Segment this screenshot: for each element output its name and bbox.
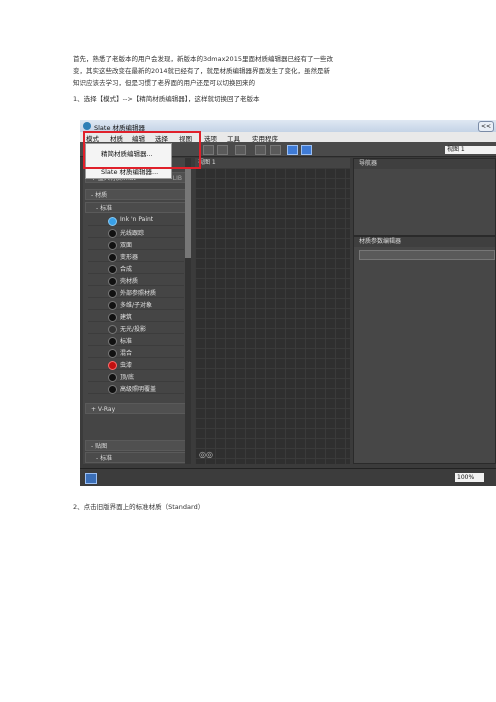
material-label: 虫漆: [120, 362, 133, 369]
browser-row[interactable]: - 标准: [85, 202, 186, 213]
toolbar-button[interactable]: [235, 145, 246, 155]
browser-row[interactable]: - 材质: [85, 189, 186, 200]
intro-paragraph: 首先，熟悉了老版本的用户会发现，新版本的3dmax2015里面材质编辑器已经有了…: [73, 53, 433, 89]
sphere-icon: [108, 373, 117, 382]
sphere-icon: [108, 277, 117, 286]
params-panel: 材质参数编辑器: [353, 236, 496, 464]
material-label: 壳材质: [120, 278, 139, 285]
navigator-title: 导航器: [354, 159, 495, 169]
material-item[interactable]: 建筑: [88, 312, 184, 322]
material-item[interactable]: 双面: [88, 240, 184, 250]
material-label: 外部参照材质: [120, 290, 157, 297]
sphere-icon: [108, 289, 117, 298]
sphere-icon: [108, 253, 117, 262]
step-1-text: 1、选择【模式】-->【精简材质编辑器】，这样就切换回了老版本: [73, 95, 260, 103]
node-view-canvas[interactable]: 视图 1: [195, 158, 350, 464]
app-icon: [83, 122, 91, 130]
sphere-icon: [108, 361, 117, 370]
browser-row-label: - 材质: [91, 192, 108, 199]
material-label: 标准: [120, 338, 133, 345]
material-label: 变形器: [120, 254, 139, 261]
material-item[interactable]: 无光/投影: [88, 324, 184, 334]
sphere-icon: [108, 241, 117, 250]
material-item[interactable]: 顶/底: [88, 372, 184, 382]
material-item[interactable]: 混合: [88, 348, 184, 358]
material-item[interactable]: Ink 'n Paint: [88, 216, 184, 226]
material-item[interactable]: 多维/子对象: [88, 300, 184, 310]
browser-row-lib: LIB: [172, 175, 182, 182]
material-item[interactable]: 光线跟踪: [88, 228, 184, 238]
browser-row-label: - 标准: [96, 455, 113, 462]
material-label: 无光/投影: [120, 326, 147, 333]
sphere-icon: [108, 325, 117, 334]
sphere-icon: [108, 349, 117, 358]
scroll-thumb[interactable]: [185, 168, 191, 258]
status-bar: 100%: [80, 468, 496, 486]
sphere-icon: [108, 229, 117, 238]
material-label: 混合: [120, 350, 133, 357]
intro-line-2: 变，其实这些改变在最新的2014就已经有了，就是材质编辑器界面发生了变化，虽然是…: [73, 67, 331, 75]
browser-scrollbar[interactable]: [185, 158, 191, 464]
sphere-icon: [108, 313, 117, 322]
material-browser: + 盒入材质.mat LIB - 材质 - 标准 Ink 'n Paint 光线…: [83, 158, 188, 464]
material-item[interactable]: 壳材质: [88, 276, 184, 286]
material-label: 高级照明覆盖: [120, 386, 157, 393]
view-select[interactable]: 视图 1: [445, 146, 496, 154]
browser-row-label: + V-Ray: [91, 406, 116, 413]
material-label: 合成: [120, 266, 133, 273]
material-label: Ink 'n Paint: [120, 216, 154, 223]
material-editor-screenshot: Slate 材质编辑器 << 模式 材质 编辑 选择 视图 选项 工具 实用程序…: [80, 120, 496, 486]
step-2-text: 2、点击旧版界面上的标准材质（Standard）: [73, 503, 205, 511]
sphere-icon: [108, 385, 117, 394]
intro-line-3: 知识应该去学习，但是习惯了老界面的用户还是可以切换回来的: [73, 79, 255, 87]
browser-row-maps-standard[interactable]: - 标准: [85, 452, 186, 463]
material-item[interactable]: 标准: [88, 336, 184, 346]
sphere-icon: [108, 265, 117, 274]
status-icon[interactable]: [85, 473, 97, 484]
toolbar-button[interactable]: [270, 145, 281, 155]
material-item[interactable]: 变形器: [88, 252, 184, 262]
toolbar-button[interactable]: [203, 145, 214, 155]
toolbar-button[interactable]: [301, 145, 312, 155]
toolbar-button[interactable]: [255, 145, 266, 155]
browser-row-label: - 标准: [96, 205, 113, 212]
view-tab[interactable]: 视图 1: [195, 158, 350, 168]
browser-row-maps[interactable]: - 贴图: [85, 440, 186, 451]
material-label: 多维/子对象: [120, 302, 153, 309]
binoculars-icon[interactable]: ◎◎: [199, 450, 213, 459]
material-label: 顶/底: [120, 374, 135, 381]
params-title: 材质参数编辑器: [354, 237, 495, 247]
browser-row-label: - 贴图: [91, 443, 108, 450]
material-item[interactable]: 外部参照材质: [88, 288, 184, 298]
params-field[interactable]: [359, 250, 495, 260]
zoom-select[interactable]: 100%: [455, 473, 484, 482]
highlight-box: [83, 131, 201, 169]
material-item[interactable]: 高级照明覆盖: [88, 384, 184, 394]
sphere-icon: [108, 217, 117, 226]
material-item[interactable]: 合成: [88, 264, 184, 274]
material-item[interactable]: 虫漆: [88, 360, 184, 370]
intro-line-1: 首先，熟悉了老版本的用户会发现，新版本的3dmax2015里面材质编辑器已经有了…: [73, 55, 333, 63]
toolbar-button[interactable]: [287, 145, 298, 155]
browser-row-vray[interactable]: + V-Ray: [85, 403, 186, 414]
material-label: 建筑: [120, 314, 133, 321]
material-label: 光线跟踪: [120, 230, 145, 237]
navigator-panel: 导航器: [353, 158, 496, 236]
sphere-icon: [108, 337, 117, 346]
toolbar-button[interactable]: [217, 145, 228, 155]
collapse-button[interactable]: <<: [478, 121, 494, 132]
sphere-icon: [108, 301, 117, 310]
material-label: 双面: [120, 242, 133, 249]
